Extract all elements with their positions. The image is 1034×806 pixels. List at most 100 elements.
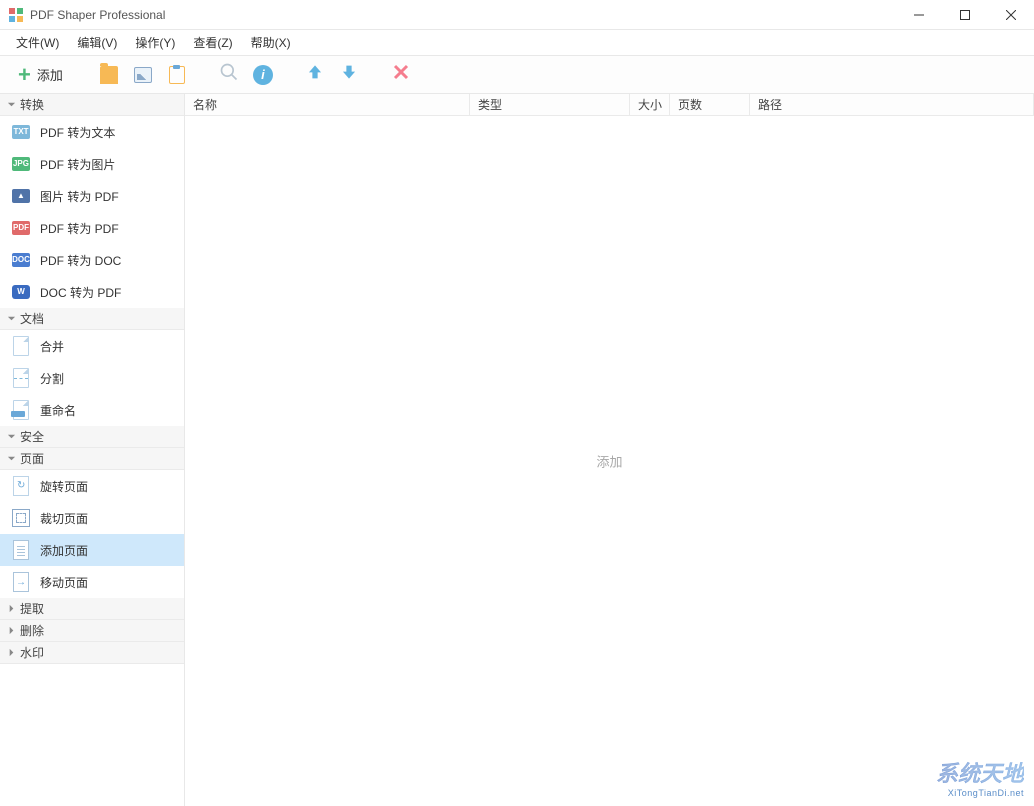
add-page-icon <box>12 541 30 559</box>
col-path[interactable]: 路径 <box>750 94 1034 115</box>
item-label: 重命名 <box>40 402 76 419</box>
open-folder-button[interactable] <box>95 61 123 89</box>
item-label: PDF 转为文本 <box>40 124 115 141</box>
plus-icon: + <box>18 64 31 86</box>
close-button[interactable] <box>988 0 1034 30</box>
close-icon <box>393 64 409 85</box>
section-document[interactable]: 文档 <box>0 308 184 330</box>
col-name[interactable]: 名称 <box>185 94 470 115</box>
item-label: 图片 转为 PDF <box>40 188 119 205</box>
picture-icon: ▲ <box>12 187 30 205</box>
section-document-label: 文档 <box>20 310 44 327</box>
item-split[interactable]: 分割 <box>0 362 184 394</box>
add-label: 添加 <box>37 65 63 84</box>
item-pdf-to-text[interactable]: TXT PDF 转为文本 <box>0 116 184 148</box>
image-icon <box>134 67 152 83</box>
item-label: 分割 <box>40 370 64 387</box>
section-security[interactable]: 安全 <box>0 426 184 448</box>
section-convert[interactable]: 转换 <box>0 94 184 116</box>
item-label: PDF 转为图片 <box>40 156 115 173</box>
item-merge[interactable]: 合并 <box>0 330 184 362</box>
section-delete[interactable]: 删除 <box>0 620 184 642</box>
crop-icon <box>12 509 30 527</box>
item-pdf-to-image[interactable]: JPG PDF 转为图片 <box>0 148 184 180</box>
move-down-button[interactable] <box>335 61 363 89</box>
menu-action[interactable]: 操作(Y) <box>127 31 183 54</box>
item-crop-pages[interactable]: 裁切页面 <box>0 502 184 534</box>
chevron-down-icon <box>6 314 16 324</box>
merge-icon <box>12 337 30 355</box>
split-icon <box>12 369 30 387</box>
menu-view[interactable]: 查看(Z) <box>185 31 240 54</box>
item-label: PDF 转为 PDF <box>40 220 119 237</box>
chevron-right-icon <box>6 432 16 442</box>
item-label: PDF 转为 DOC <box>40 252 121 269</box>
add-button[interactable]: + 添加 <box>10 60 71 90</box>
remove-button[interactable] <box>387 61 415 89</box>
item-rename[interactable]: 重命名 <box>0 394 184 426</box>
sidebar: 转换 TXT PDF 转为文本 JPG PDF 转为图片 ▲ 图片 转为 PDF… <box>0 94 185 806</box>
move-page-icon <box>12 573 30 591</box>
item-doc-to-pdf[interactable]: W DOC 转为 PDF <box>0 276 184 308</box>
clipboard-icon <box>169 66 185 84</box>
menubar: 文件(W) 编辑(V) 操作(Y) 查看(Z) 帮助(X) <box>0 30 1034 56</box>
col-size[interactable]: 大小 <box>630 94 670 115</box>
app-icon <box>8 7 24 23</box>
item-label: DOC 转为 PDF <box>40 284 121 301</box>
move-up-button[interactable] <box>301 61 329 89</box>
folder-icon <box>100 66 118 84</box>
menu-help[interactable]: 帮助(X) <box>243 31 299 54</box>
arrow-up-icon <box>306 63 324 86</box>
item-label: 旋转页面 <box>40 478 88 495</box>
add-image-button[interactable] <box>129 61 157 89</box>
item-rotate-pages[interactable]: 旋转页面 <box>0 470 184 502</box>
col-pages[interactable]: 页数 <box>670 94 750 115</box>
section-watermark-label: 水印 <box>20 644 44 661</box>
pdf-icon: PDF <box>12 219 30 237</box>
arrow-down-icon <box>340 63 358 86</box>
item-label: 裁切页面 <box>40 510 88 527</box>
section-pages[interactable]: 页面 <box>0 448 184 470</box>
section-extract[interactable]: 提取 <box>0 598 184 620</box>
table-header: 名称 类型 大小 页数 路径 <box>185 94 1034 116</box>
content: 转换 TXT PDF 转为文本 JPG PDF 转为图片 ▲ 图片 转为 PDF… <box>0 94 1034 806</box>
doc-icon: DOC <box>12 251 30 269</box>
info-button[interactable]: i <box>249 61 277 89</box>
word-icon: W <box>12 283 30 301</box>
col-type[interactable]: 类型 <box>470 94 630 115</box>
toolbar: + 添加 i <box>0 56 1034 94</box>
search-button[interactable] <box>215 61 243 89</box>
rename-icon <box>12 401 30 419</box>
chevron-down-icon <box>6 454 16 464</box>
item-label: 添加页面 <box>40 542 88 559</box>
item-add-pages[interactable]: 添加页面 <box>0 534 184 566</box>
chevron-right-icon <box>6 648 16 658</box>
minimize-button[interactable] <box>896 0 942 30</box>
file-list[interactable]: 添加 <box>185 116 1034 806</box>
chevron-right-icon <box>6 604 16 614</box>
item-label: 移动页面 <box>40 574 88 591</box>
section-pages-label: 页面 <box>20 450 44 467</box>
item-pdf-to-pdf[interactable]: PDF PDF 转为 PDF <box>0 212 184 244</box>
section-extract-label: 提取 <box>20 600 44 617</box>
item-move-pages[interactable]: 移动页面 <box>0 566 184 598</box>
section-security-label: 安全 <box>20 428 44 445</box>
item-pdf-to-doc[interactable]: DOC PDF 转为 DOC <box>0 244 184 276</box>
item-image-to-pdf[interactable]: ▲ 图片 转为 PDF <box>0 180 184 212</box>
window-controls <box>896 0 1034 30</box>
section-watermark[interactable]: 水印 <box>0 642 184 664</box>
txt-icon: TXT <box>12 123 30 141</box>
menu-file[interactable]: 文件(W) <box>8 31 67 54</box>
info-icon: i <box>253 65 273 85</box>
paste-button[interactable] <box>163 61 191 89</box>
menu-edit[interactable]: 编辑(V) <box>69 31 125 54</box>
item-label: 合并 <box>40 338 64 355</box>
maximize-button[interactable] <box>942 0 988 30</box>
section-delete-label: 删除 <box>20 622 44 639</box>
main-panel: 名称 类型 大小 页数 路径 添加 <box>185 94 1034 806</box>
rotate-icon <box>12 477 30 495</box>
jpg-icon: JPG <box>12 155 30 173</box>
titlebar: PDF Shaper Professional <box>0 0 1034 30</box>
search-icon <box>219 62 239 87</box>
chevron-right-icon <box>6 626 16 636</box>
